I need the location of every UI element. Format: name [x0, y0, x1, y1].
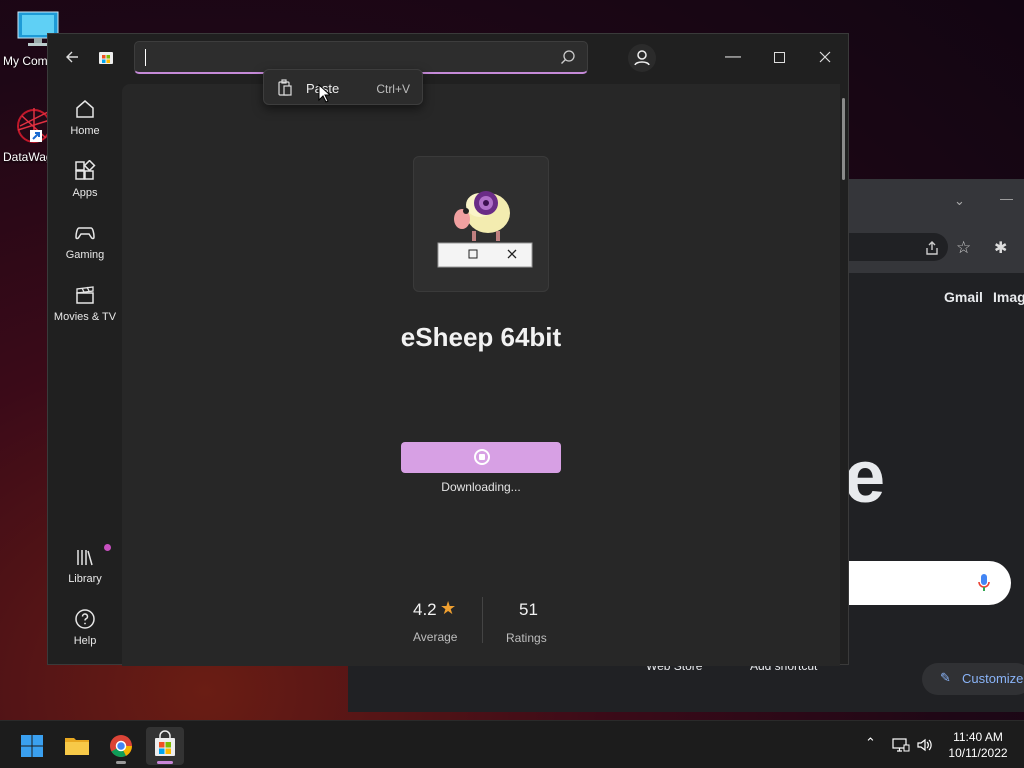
volume-icon[interactable]	[916, 737, 934, 753]
show-hidden-icons-chevron-icon[interactable]: ⌃	[865, 735, 876, 751]
images-link[interactable]: Image	[993, 289, 1024, 305]
download-status: Downloading...	[441, 480, 521, 494]
scrollbar-thumb[interactable]	[842, 98, 845, 180]
maximize-icon	[773, 52, 785, 63]
app-detail-page: eSheep 64bit Downloading... 4.2 ★ Averag…	[122, 84, 845, 666]
app-title: eSheep 64bit	[400, 322, 562, 352]
taskbar-file-explorer[interactable]	[58, 727, 96, 765]
mouse-cursor-icon	[318, 84, 330, 103]
customize-label: Customize	[962, 671, 1024, 686]
maximize-button[interactable]	[764, 42, 794, 72]
chrome-tab-strip[interactable]: ⌄ —	[848, 179, 1024, 225]
gmail-link[interactable]: Gmail	[944, 289, 983, 305]
nav-label: Library	[68, 573, 102, 585]
clipboard-icon	[278, 79, 292, 96]
file-explorer-icon	[65, 738, 89, 755]
minimize-icon: —	[725, 48, 741, 65]
customize-button[interactable]: ✎ Customize	[922, 663, 1024, 695]
apps-icon	[75, 160, 96, 180]
chevron-down-icon[interactable]: ⌄	[954, 193, 965, 209]
stop-download-icon[interactable]	[474, 449, 490, 465]
ratings-count: 51	[519, 600, 538, 619]
paste-context-menu: Paste Ctrl+V	[263, 69, 423, 105]
back-arrow-icon	[66, 51, 78, 63]
nav-item-apps[interactable]: Apps	[52, 154, 118, 210]
download-progress-button[interactable]	[401, 442, 561, 473]
app-icon-tile	[413, 156, 549, 292]
google-search-box[interactable]	[828, 561, 1011, 605]
gamepad-icon	[75, 227, 95, 240]
minimize-button[interactable]: —	[718, 42, 748, 72]
bookmark-star-icon[interactable]: ☆	[956, 238, 971, 258]
chrome-icon	[110, 735, 132, 757]
close-icon	[819, 51, 831, 63]
running-indicator	[116, 761, 126, 764]
start-icon	[21, 735, 43, 757]
nav-label: Home	[70, 125, 100, 137]
nav-item-library[interactable]: Library	[52, 540, 118, 596]
text-caret	[145, 49, 146, 66]
chrome-toolbar: ☆ ✱	[848, 225, 1024, 273]
ratings-label: Ratings	[506, 631, 547, 645]
clock-date: 10/11/2022	[948, 746, 1008, 760]
navigation-rail: Home Apps Gaming Movies & TV Library Hel…	[48, 84, 122, 666]
account-button[interactable]	[628, 44, 656, 72]
nav-item-help[interactable]: Help	[52, 602, 118, 658]
microphone-icon[interactable]	[977, 573, 991, 593]
nav-label: Help	[73, 635, 97, 647]
store-window[interactable]: — Home Apps Gaming Movies & TV Library H…	[47, 33, 849, 666]
rating-value: 4.2	[413, 600, 437, 619]
pencil-icon: ✎	[940, 670, 951, 685]
store-logo-icon	[91, 42, 121, 72]
extensions-icon[interactable]: ✱	[994, 238, 1007, 258]
search-icon[interactable]	[559, 48, 577, 66]
start-button[interactable]	[13, 727, 51, 765]
network-icon[interactable]	[892, 737, 910, 753]
library-icon	[77, 550, 93, 566]
clock-time: 11:40 AM	[953, 730, 1003, 744]
minimize-icon[interactable]: —	[1000, 191, 1013, 206]
rating-label: Average	[413, 630, 458, 644]
store-icon	[155, 730, 175, 756]
title-bar[interactable]: —	[48, 34, 848, 84]
person-icon	[634, 50, 650, 66]
nav-label: Movies & TV	[53, 311, 117, 323]
nav-item-movies-tv[interactable]: Movies & TV	[52, 278, 118, 334]
google-logo: e	[844, 435, 886, 518]
nav-label: Gaming	[65, 249, 105, 261]
sheep-icon	[437, 191, 533, 268]
nav-item-home[interactable]: Home	[52, 92, 118, 148]
paste-shortcut: Ctrl+V	[376, 82, 410, 96]
help-icon	[75, 609, 95, 629]
notification-dot	[104, 544, 111, 551]
taskbar: ⌃ 11:40 AM 10/11/2022	[0, 720, 1024, 768]
close-button[interactable]	[810, 42, 840, 72]
taskbar-store[interactable]	[146, 727, 184, 765]
nav-item-gaming[interactable]: Gaming	[52, 216, 118, 272]
active-indicator	[157, 761, 173, 764]
system-clock[interactable]: 11:40 AM 10/11/2022	[940, 729, 1016, 761]
share-icon[interactable]	[924, 240, 940, 256]
home-icon	[76, 100, 94, 118]
nav-label: Apps	[72, 187, 98, 199]
divider	[482, 597, 483, 643]
star-icon: ★	[440, 598, 457, 618]
taskbar-chrome[interactable]	[102, 727, 140, 765]
back-button[interactable]	[57, 42, 87, 72]
clapper-icon	[76, 286, 94, 304]
